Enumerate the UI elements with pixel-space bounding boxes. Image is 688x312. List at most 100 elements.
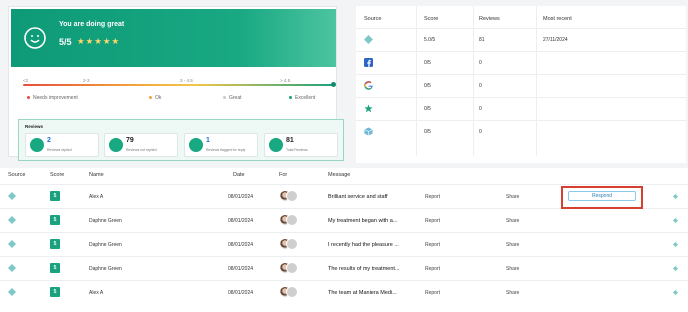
diamond-icon [8, 264, 16, 272]
table-row[interactable]: 5 Daphne Green 08/01/2024 My treatment b… [0, 208, 688, 232]
legend-label: Needs improvement [33, 95, 78, 101]
reviewer-name: Daphne Green [89, 242, 122, 248]
col-header-score: Score [424, 16, 439, 22]
review-date: 08/01/2024 [228, 194, 254, 200]
banner-title: You are doing great [59, 21, 125, 28]
col-header-source: Source [364, 16, 382, 22]
col-header-most-recent: Most recent [543, 16, 572, 22]
avatar [286, 238, 298, 250]
diamond-icon [673, 218, 678, 223]
chat-icon [269, 138, 283, 152]
source-reviews: 0 [479, 129, 482, 135]
legend-dot [223, 96, 226, 100]
respond-highlight-box [561, 186, 643, 209]
stat-label: Reviews flagged for reply [206, 148, 246, 152]
source-row[interactable]: 0/5 0 [356, 74, 686, 97]
diamond-icon [8, 192, 16, 200]
stat-card-flagged[interactable]: 1 Reviews flagged for reply [184, 133, 258, 157]
report-button[interactable]: Report [425, 242, 440, 248]
cube-icon [364, 127, 373, 136]
avatar [286, 262, 298, 274]
score-banner: You are doing great 5/5 ★★★★★ [11, 9, 336, 67]
share-button[interactable]: Share [506, 194, 519, 200]
legend-label: Great [229, 95, 242, 101]
source-row[interactable]: 0/5 0 [356, 120, 686, 143]
stat-value: 79 [126, 137, 134, 144]
legend-label: Ok [155, 95, 162, 101]
col-header-reviews: Reviews [479, 16, 500, 22]
scale-label: > 4.5 [280, 78, 291, 83]
message-icon [109, 138, 123, 152]
source-reviews: 81 [479, 37, 485, 43]
table-row[interactable]: 5 Daphne Green 08/01/2024 The results of… [0, 256, 688, 280]
source-score: 5.0/5 [424, 37, 436, 43]
review-message[interactable]: I recently had the pleasure ... [328, 242, 399, 248]
stat-card-not-replied[interactable]: 79 Reviews not replied [104, 133, 178, 157]
summary-card: You are doing great 5/5 ★★★★★ <2 2-3 3 -… [8, 6, 344, 161]
share-button[interactable]: Share [506, 266, 519, 272]
avatar-group [279, 190, 299, 204]
share-button[interactable]: Share [506, 242, 519, 248]
review-date: 08/01/2024 [228, 290, 254, 296]
score-badge: 5 [50, 191, 60, 201]
legend-item: Great [223, 95, 242, 101]
avatar-group [279, 238, 299, 252]
source-row[interactable]: 5.0/5 81 27/11/2024 [356, 28, 686, 51]
report-button[interactable]: Report [425, 218, 440, 224]
source-row[interactable]: 0/5 0 [356, 97, 686, 120]
col-header-source: Source [8, 172, 26, 178]
reviewer-name: Daphne Green [89, 218, 122, 224]
share-button[interactable]: Share [506, 218, 519, 224]
google-icon [364, 81, 373, 90]
review-message[interactable]: My treatment began with a... [328, 218, 397, 224]
review-message[interactable]: Brilliant service and staff [328, 194, 388, 200]
legend-dot [149, 96, 152, 100]
col-header-name: Name [89, 172, 104, 178]
review-date: 08/01/2024 [228, 266, 254, 272]
avatar-group [279, 286, 299, 300]
table-row[interactable]: 5 Daphne Green 08/01/2024 I recently had… [0, 232, 688, 256]
legend-item: Needs improvement [27, 95, 78, 101]
reviewer-name: Daphne Green [89, 266, 122, 272]
col-header-score: Score [50, 172, 65, 178]
avatar [286, 214, 298, 226]
score-badge: 5 [50, 239, 60, 249]
share-button[interactable]: Share [506, 290, 519, 296]
legend-dot [289, 96, 292, 100]
scale-label: <2 [23, 78, 29, 83]
report-button[interactable]: Report [425, 290, 440, 296]
avatar [286, 286, 298, 298]
table-row[interactable]: 5 Alex A 08/01/2024 The team at Maniera … [0, 280, 688, 304]
diamond-icon [673, 242, 678, 247]
source-score: 0/5 [424, 60, 431, 66]
stat-value: 81 [286, 137, 294, 144]
stat-label: Reviews not replied [126, 148, 157, 152]
review-message[interactable]: The team at Maniera Medi... [328, 290, 397, 296]
diamond-icon [673, 266, 678, 271]
stat-card-replied[interactable]: 2 Reviews replied [25, 133, 99, 157]
overall-rating: 5/5 [59, 37, 72, 47]
report-button[interactable]: Report [425, 194, 440, 200]
stat-card-total[interactable]: 81 Total Reviews [264, 133, 338, 157]
source-reviews: 0 [479, 83, 482, 89]
review-date: 08/01/2024 [228, 242, 254, 248]
source-reviews: 0 [479, 60, 482, 66]
col-header-date: Date [233, 172, 245, 178]
review-message[interactable]: The results of my treatment... [328, 266, 400, 272]
diamond-icon [8, 240, 16, 248]
score-badge: 5 [50, 263, 60, 273]
avatar-group [279, 262, 299, 276]
reviewer-name: Alex A [89, 290, 104, 296]
diamond-icon [8, 216, 16, 224]
rating-legend: Needs improvement Ok Great Excellent [27, 95, 333, 103]
scale-label: 3 - 4.5 [180, 78, 193, 83]
score-badge: 5 [50, 215, 60, 225]
stat-label: Reviews replied [47, 148, 72, 152]
legend-item: Ok [149, 95, 161, 101]
legend-label: Excellent [295, 95, 316, 101]
stat-value: 1 [206, 137, 210, 144]
source-row[interactable]: 0/5 0 [356, 51, 686, 74]
report-button[interactable]: Report [425, 266, 440, 272]
diamond-icon [673, 290, 678, 295]
review-date: 08/01/2024 [228, 218, 254, 224]
